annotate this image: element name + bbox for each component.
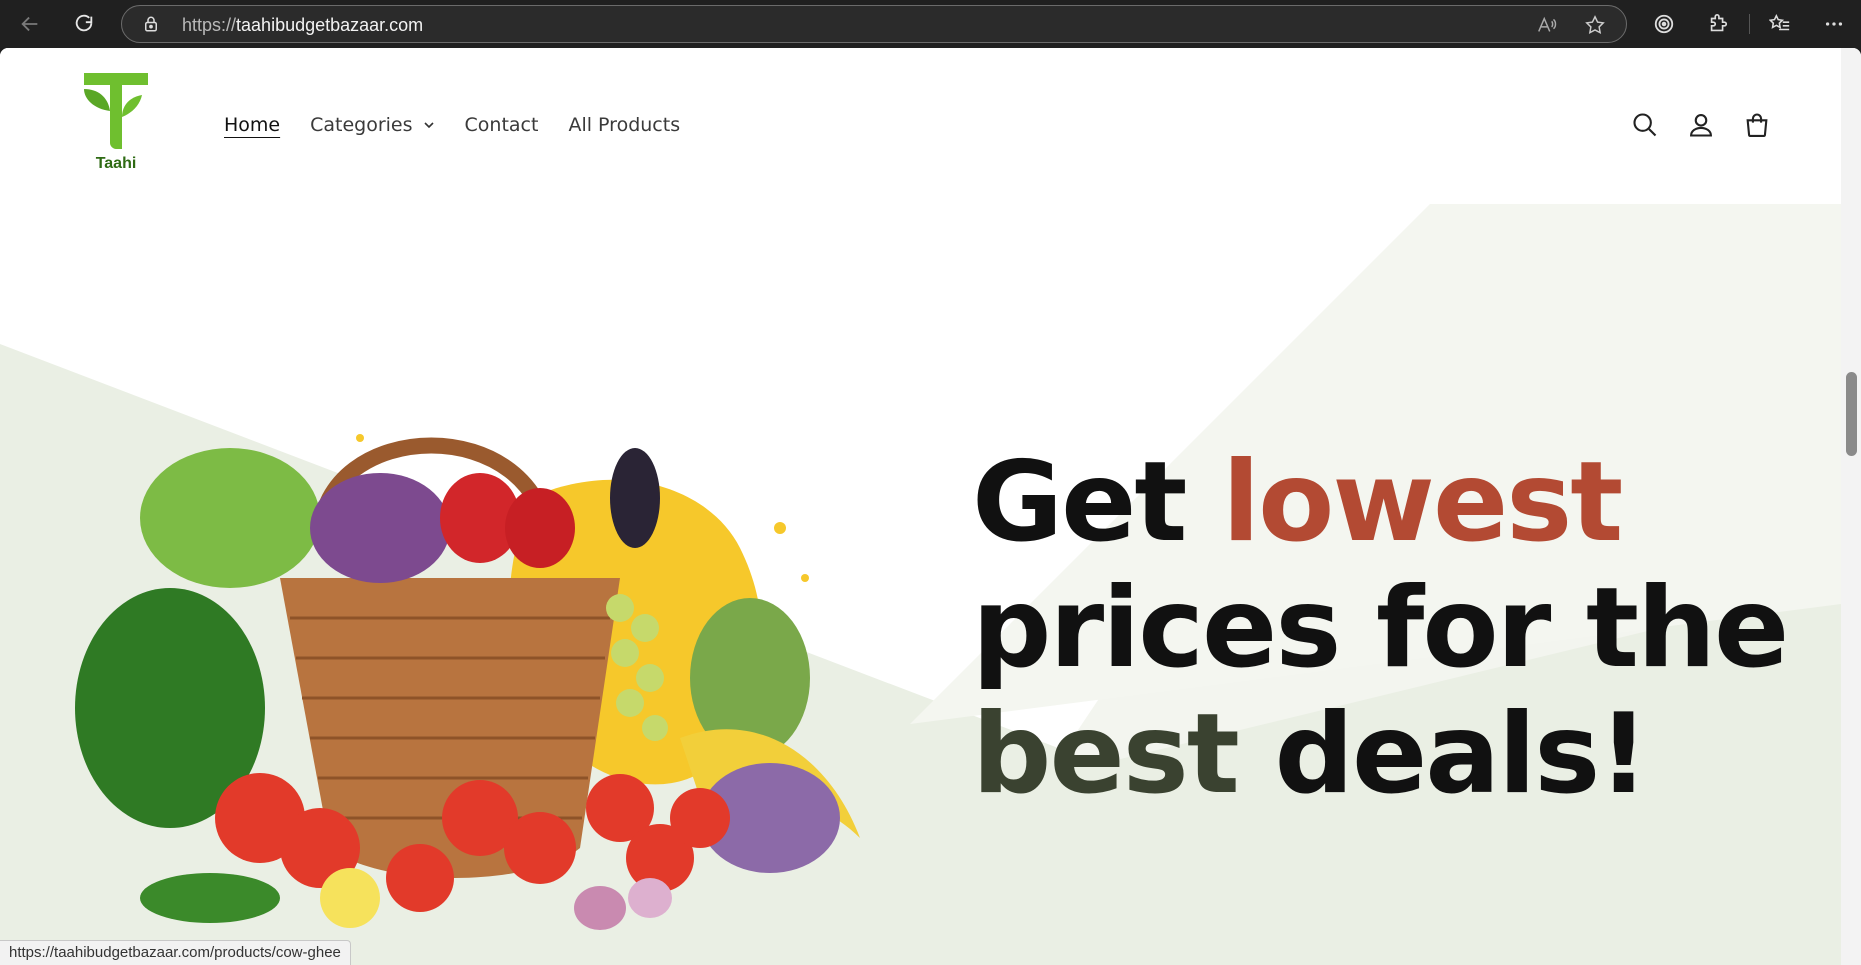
- logo-text: Taahi: [95, 155, 137, 172]
- search-icon: [1633, 113, 1657, 137]
- extensions-button[interactable]: [1700, 6, 1736, 42]
- site-header: Taahi Home Categories Contact All Produc…: [0, 48, 1841, 203]
- hero-banner[interactable]: Get lowest prices for the best deals!: [0, 204, 1841, 965]
- more-menu-button[interactable]: [1816, 6, 1852, 42]
- cart-icon: [1746, 113, 1768, 138]
- main-nav: Home Categories Contact All Products: [224, 114, 710, 136]
- puzzle-icon: [1710, 14, 1728, 32]
- vegetable-basket-image: [75, 434, 860, 930]
- favorite-star-icon[interactable]: [1584, 14, 1606, 36]
- nav-categories-label: Categories: [310, 114, 413, 136]
- url-text: https://taahibudgetbazaar.com: [182, 15, 423, 36]
- headline-line-1: Get lowest: [972, 440, 1787, 566]
- tracking-prevention-button[interactable]: [1646, 6, 1682, 42]
- browser-toolbar: https://taahibudgetbazaar.com: [0, 0, 1861, 48]
- cart-button[interactable]: [1739, 107, 1775, 143]
- headline-deals: deals!: [1274, 690, 1649, 819]
- headline-lowest: lowest: [1222, 438, 1623, 567]
- back-arrow-icon: [21, 16, 38, 32]
- nav-categories[interactable]: Categories: [310, 114, 434, 136]
- read-aloud-icon[interactable]: [1536, 14, 1558, 36]
- nav-contact[interactable]: Contact: [465, 114, 539, 136]
- reload-button[interactable]: [66, 6, 102, 42]
- reload-icon: [75, 14, 93, 32]
- taahi-logo-icon: [84, 73, 148, 149]
- favorites-button[interactable]: [1762, 6, 1798, 42]
- address-bar[interactable]: https://taahibudgetbazaar.com: [121, 5, 1627, 43]
- headline-best: best: [972, 690, 1240, 819]
- chevron-down-icon: [423, 122, 434, 129]
- hero-headline: Get lowest prices for the best deals!: [972, 440, 1789, 818]
- site-logo[interactable]: Taahi: [80, 71, 152, 181]
- status-bar-link: https://taahibudgetbazaar.com/products/c…: [0, 940, 351, 965]
- favorites-list-icon: [1769, 13, 1790, 31]
- toolbar-divider: [1749, 14, 1750, 34]
- url-protocol: https://: [182, 15, 237, 35]
- page-scrollbar[interactable]: [1841, 48, 1861, 965]
- scrollbar-thumb[interactable]: [1846, 372, 1857, 456]
- lock-icon: [145, 16, 157, 32]
- headline-line-2: prices for the: [972, 564, 1789, 693]
- header-actions: [1627, 107, 1795, 143]
- nav-all-products[interactable]: All Products: [568, 114, 680, 136]
- web-page: Taahi Home Categories Contact All Produc…: [0, 48, 1861, 965]
- account-button[interactable]: [1683, 107, 1719, 143]
- url-host: taahibudgetbazaar.com: [236, 15, 424, 35]
- headline-get: Get: [972, 438, 1187, 567]
- search-button[interactable]: [1627, 107, 1663, 143]
- nav-home[interactable]: Home: [224, 114, 280, 136]
- back-button[interactable]: [12, 6, 48, 42]
- ellipsis-icon: [1825, 22, 1843, 26]
- target-icon: [1654, 14, 1674, 34]
- headline-line-3: best deals!: [972, 692, 1787, 818]
- account-icon: [1690, 114, 1712, 137]
